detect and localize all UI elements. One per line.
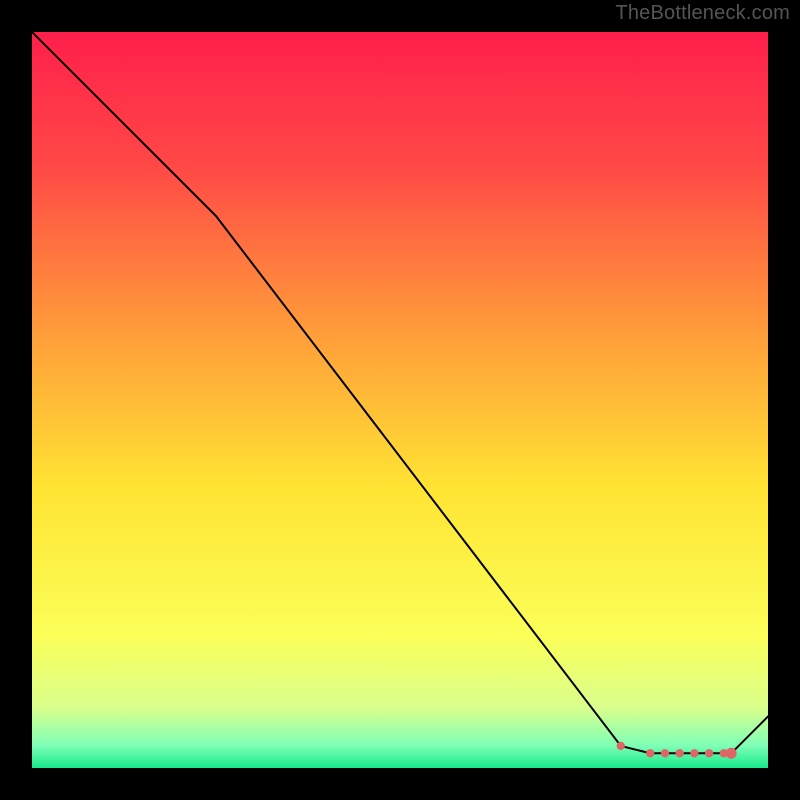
dotted-point <box>661 749 669 757</box>
attribution-text: TheBottleneck.com <box>615 2 790 25</box>
dotted-point <box>617 742 625 750</box>
dotted-point <box>705 749 713 757</box>
chart-svg <box>32 32 768 768</box>
plot-area <box>32 32 768 768</box>
dotted-point <box>675 749 683 757</box>
chart-frame: TheBottleneck.com <box>0 0 800 800</box>
marker-dot <box>726 748 737 759</box>
dotted-point <box>646 749 654 757</box>
dotted-point <box>690 749 698 757</box>
